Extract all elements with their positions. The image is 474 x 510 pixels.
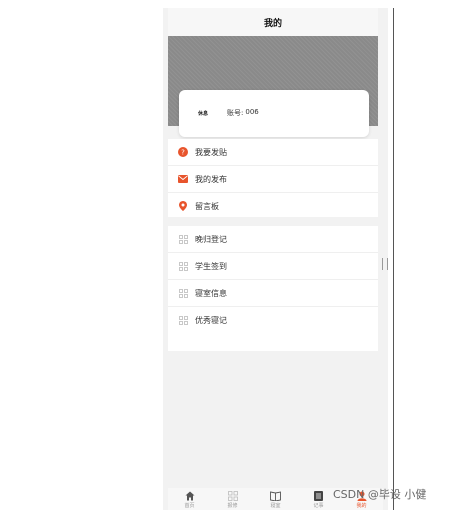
account-label: 账号: <box>227 109 244 117</box>
phone-screen: 我的 休息 账号: 006 ? 我要发贴 我的发布 留言板 晚归登记 学生签到 … <box>163 8 388 510</box>
svg-text:?: ? <box>181 149 185 157</box>
menu-secondary: 晚归登记 学生签到 寝室信息 优秀寝记 <box>168 226 378 351</box>
page-title: 我的 <box>168 8 378 36</box>
watermark: CSDN @毕设 小健 <box>333 488 427 501</box>
menu-item-late-return[interactable]: 晚归登记 <box>168 226 378 253</box>
grid-icon <box>178 261 188 271</box>
menu-item-message-board[interactable]: 留言板 <box>168 193 378 219</box>
grid-icon <box>178 234 188 244</box>
home-icon <box>185 491 194 501</box>
menu-primary: ? 我要发贴 我的发布 留言板 <box>168 139 378 217</box>
avatar-text: 休息 <box>197 110 208 117</box>
menu-item-my-posts[interactable]: 我的发布 <box>168 166 378 193</box>
menu-item-label: 留言板 <box>195 201 219 211</box>
grid-icon <box>227 491 238 501</box>
panel-divider <box>393 8 394 510</box>
page-title-text: 我的 <box>263 18 282 29</box>
menu-item-sign-in[interactable]: 学生签到 <box>168 253 378 280</box>
tab-repair[interactable]: 报修 <box>213 488 253 510</box>
tab-home[interactable]: 首页 <box>170 488 210 510</box>
tab-label: 我的 <box>356 503 367 509</box>
menu-item-label: 寝室信息 <box>195 288 227 298</box>
tab-label: 首页 <box>184 503 195 509</box>
document-icon <box>314 491 323 501</box>
menu-item-label: 优秀寝记 <box>195 315 227 325</box>
question-circle-icon: ? <box>178 147 188 157</box>
menu-item-post[interactable]: ? 我要发贴 <box>168 139 378 166</box>
location-pin-icon <box>178 201 188 211</box>
menu-item-label: 我的发布 <box>195 174 227 184</box>
menu-item-label: 晚归登记 <box>195 234 227 244</box>
menu-item-dorm-info[interactable]: 寝室信息 <box>168 280 378 307</box>
book-icon <box>270 491 281 501</box>
grid-icon <box>178 288 188 298</box>
mail-icon <box>178 174 188 184</box>
account-value: 006 <box>245 108 259 116</box>
grid-icon <box>178 315 188 325</box>
menu-item-label: 学生签到 <box>195 261 227 271</box>
tab-label: 记事 <box>313 503 324 509</box>
account-info: 账号: 006 <box>227 108 259 118</box>
resize-handle[interactable] <box>382 258 388 270</box>
tab-label: 寝室 <box>270 503 281 509</box>
menu-item-label: 我要发贴 <box>195 147 227 157</box>
avatar[interactable]: 休息 <box>191 100 215 126</box>
menu-item-excellent-dorm[interactable]: 优秀寝记 <box>168 307 378 333</box>
tab-dorm[interactable]: 寝室 <box>256 488 296 510</box>
tab-label: 报修 <box>227 503 238 509</box>
profile-card[interactable]: 休息 账号: 006 <box>179 90 369 137</box>
